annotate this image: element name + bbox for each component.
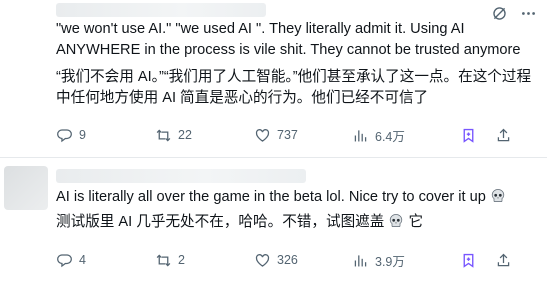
action-bar: 9 22 737 6.4万 [56, 124, 540, 146]
like-icon [255, 253, 270, 267]
bookmark-button[interactable] [460, 124, 477, 146]
post-text-translation: 测试版里 AI 几乎无处不在，哈哈。不错，试图遮盖 它 [56, 212, 532, 233]
post-text-original-body: AI is literally all over the game in the… [56, 189, 486, 205]
redacted-author-name [56, 3, 266, 17]
author-header[interactable] [56, 166, 306, 186]
like-count: 737 [277, 128, 298, 142]
skull-emoji-icon [491, 189, 505, 202]
reply-count: 4 [79, 253, 86, 267]
repost-count: 2 [178, 253, 185, 267]
avatar[interactable] [4, 166, 48, 210]
redacted-author-name [56, 169, 306, 183]
reply-button[interactable]: 4 [56, 249, 86, 271]
views-button[interactable]: 3.9万 [352, 249, 405, 271]
post-text-translation-tail: 它 [408, 214, 424, 230]
post-text-original: AI is literally all over the game in the… [56, 187, 532, 208]
post-text-original: "we won't use AI." "we used AI ". They l… [56, 21, 521, 58]
reply-icon [57, 253, 72, 267]
like-icon [255, 128, 270, 142]
reply-button[interactable]: 9 [56, 124, 86, 146]
post[interactable]: "we won't use AI." "we used AI ". They l… [0, 0, 547, 158]
repost-icon [156, 253, 171, 267]
views-button[interactable]: 6.4万 [352, 124, 405, 146]
share-icon [497, 128, 510, 141]
share-icon [497, 253, 510, 266]
author-header[interactable] [56, 0, 266, 20]
repost-button[interactable]: 2 [155, 249, 185, 271]
repost-icon [156, 128, 171, 142]
reply-icon [57, 128, 72, 142]
like-count: 326 [277, 253, 298, 267]
bookmark-button[interactable] [460, 249, 477, 271]
action-bar: 4 2 326 3.9万 [56, 249, 540, 271]
post-text-translation-body: 测试版里 AI 几乎无处不在，哈哈。不错，试图遮盖 [56, 214, 385, 230]
like-button[interactable]: 326 [254, 249, 298, 271]
reply-count: 9 [79, 128, 86, 142]
like-button[interactable]: 737 [254, 124, 298, 146]
views-icon [354, 254, 367, 266]
views-icon [354, 129, 367, 141]
skull-emoji-icon [390, 214, 403, 227]
bookmark-icon [463, 128, 474, 143]
bookmark-icon [463, 253, 474, 268]
views-count: 3.9万 [375, 254, 405, 269]
share-button[interactable] [495, 249, 512, 271]
post[interactable]: AI is literally all over the game in the… [0, 158, 547, 281]
repost-count: 22 [178, 128, 192, 142]
post-text-translation: “我们不会用 AI。”“我们用了人工智能。”他们甚至承认了这一点。在这个过程中任… [56, 69, 532, 106]
views-count: 6.4万 [375, 129, 405, 144]
share-button[interactable] [495, 124, 512, 146]
repost-button[interactable]: 22 [155, 124, 192, 146]
